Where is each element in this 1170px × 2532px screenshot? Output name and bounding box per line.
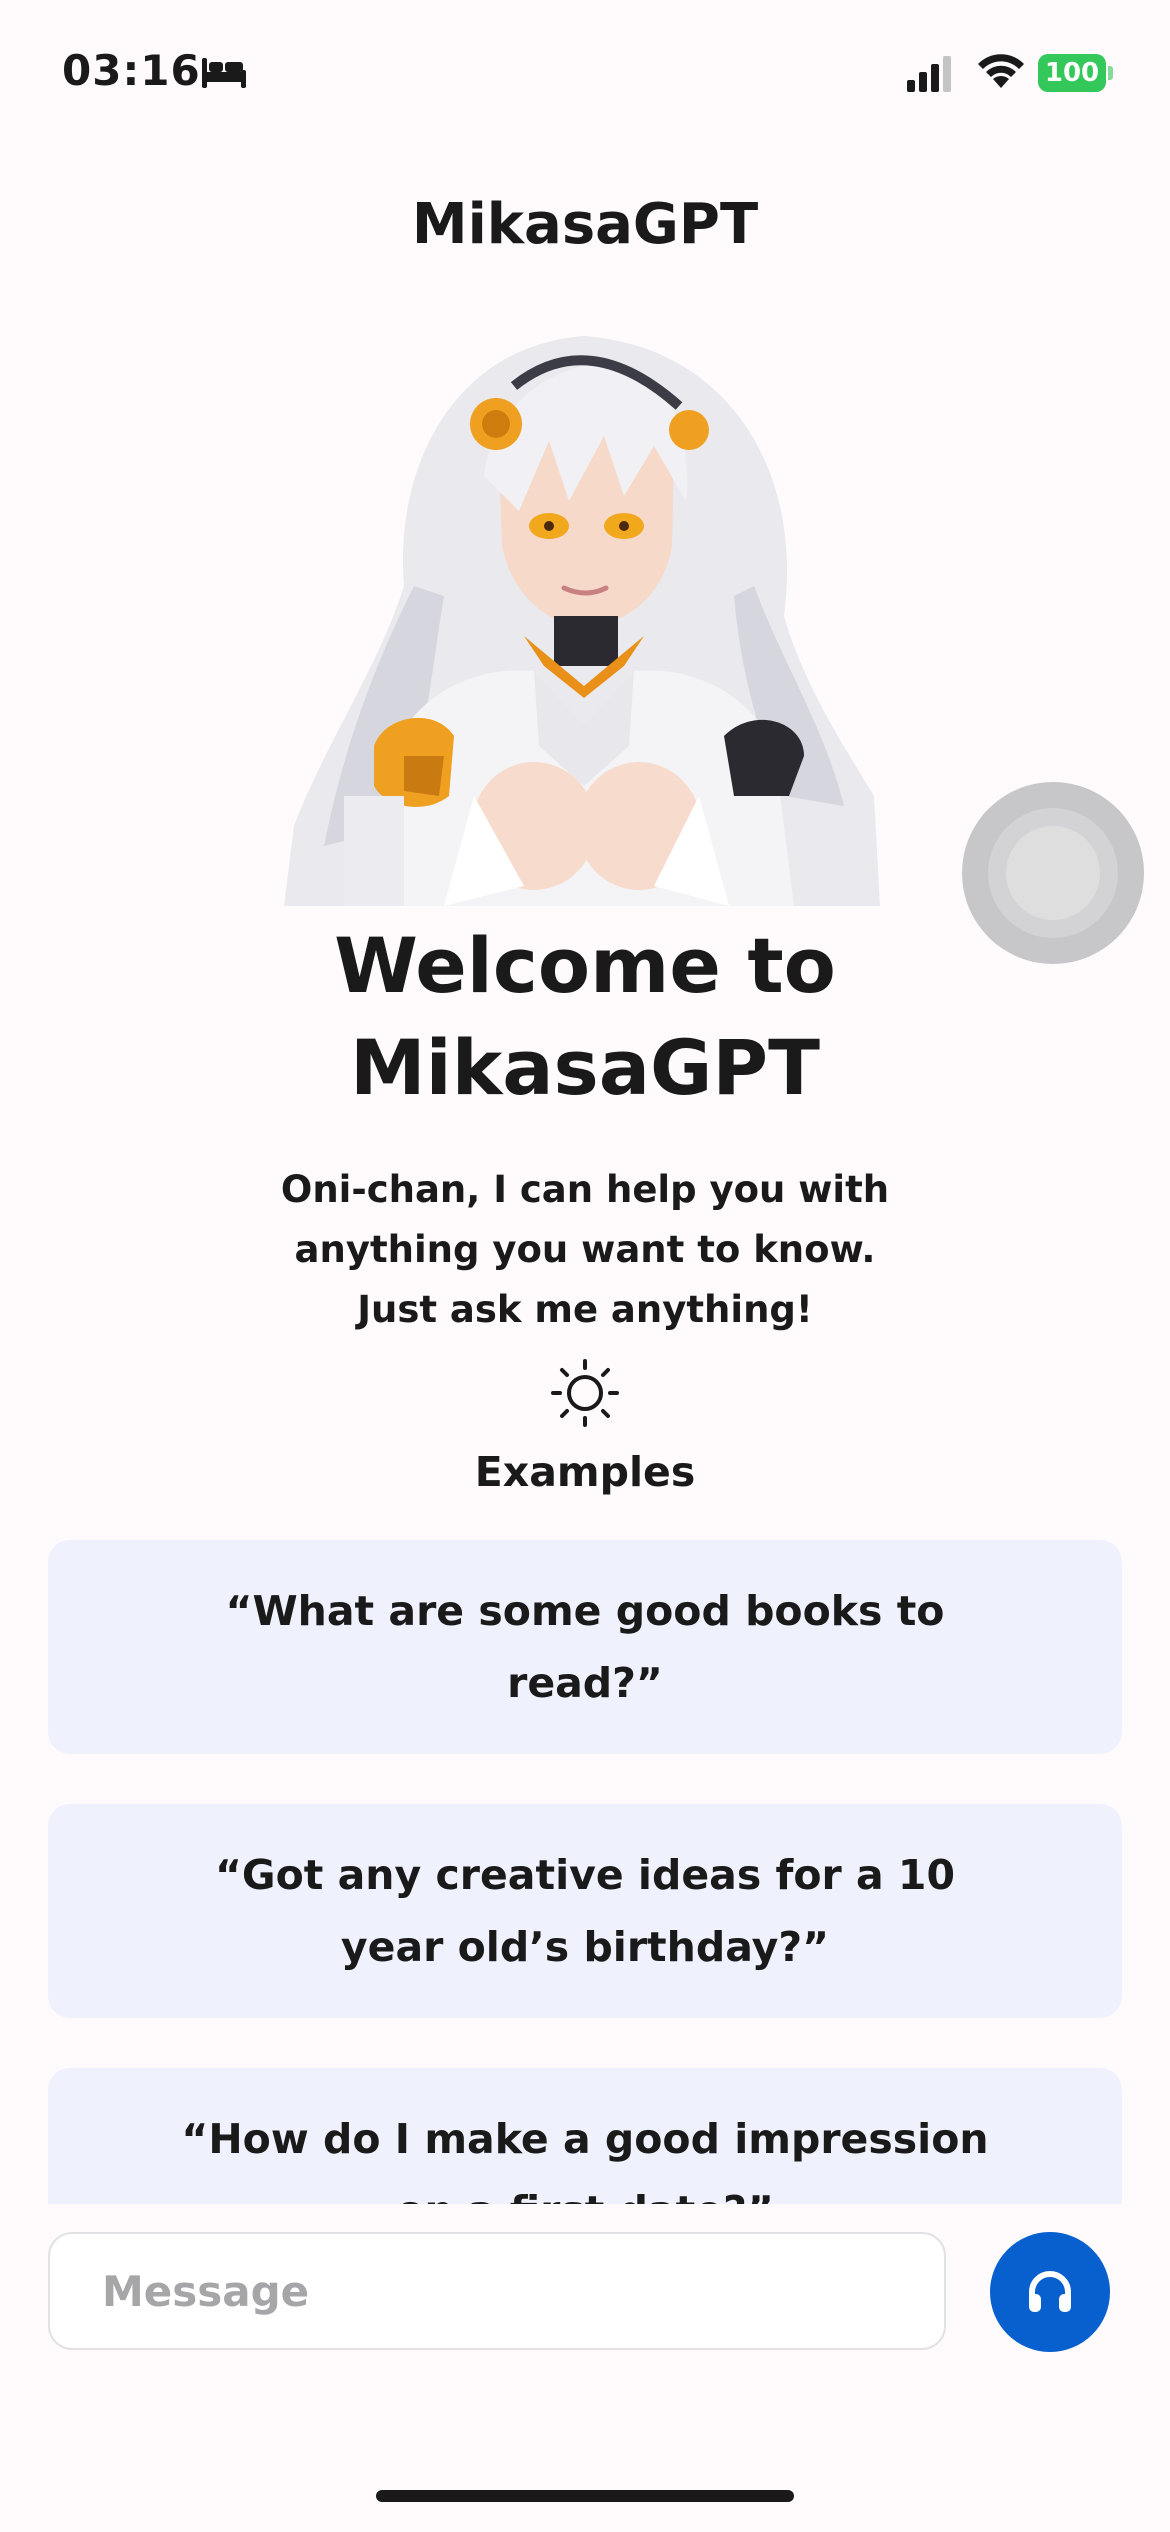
examples-list: “What are some good books to read?” “Got… [48,1540,1122,2204]
battery-icon: 100 [1038,54,1113,92]
welcome-title-line1: Welcome to [334,921,836,1010]
sun-icon [551,1359,619,1427]
avatar-illustration [284,326,880,906]
example-card-1[interactable]: “What are some good books to read?” [48,1540,1122,1754]
example-card-2[interactable]: “Got any creative ideas for a 10 year ol… [48,1804,1122,2018]
status-bar: 03:16 100 [0,0,1170,150]
assistive-touch-core [1006,826,1100,920]
app-title: MikasaGPT [411,192,759,257]
wifi-icon [978,54,1024,88]
message-input[interactable] [48,2232,946,2350]
battery-cap [1108,66,1113,80]
assistive-touch-button[interactable] [962,782,1144,964]
examples-label: Examples [474,1448,696,1496]
welcome-subtitle: Oni-chan, I can help you with anything y… [280,1168,890,1331]
status-time: 03:16 [62,46,201,95]
example-card-3[interactable]: “How do I make a good impression on a fi… [48,2068,1122,2204]
voice-button[interactable] [990,2232,1110,2352]
signal-icon [907,56,951,92]
home-indicator [376,2490,794,2502]
welcome-title-line2: MikasaGPT [350,1023,820,1112]
battery-level: 100 [1038,54,1106,92]
welcome-title: Welcome to MikasaGPT [235,915,935,1119]
headphones-icon [1029,2271,1071,2312]
bed-icon [202,58,246,88]
